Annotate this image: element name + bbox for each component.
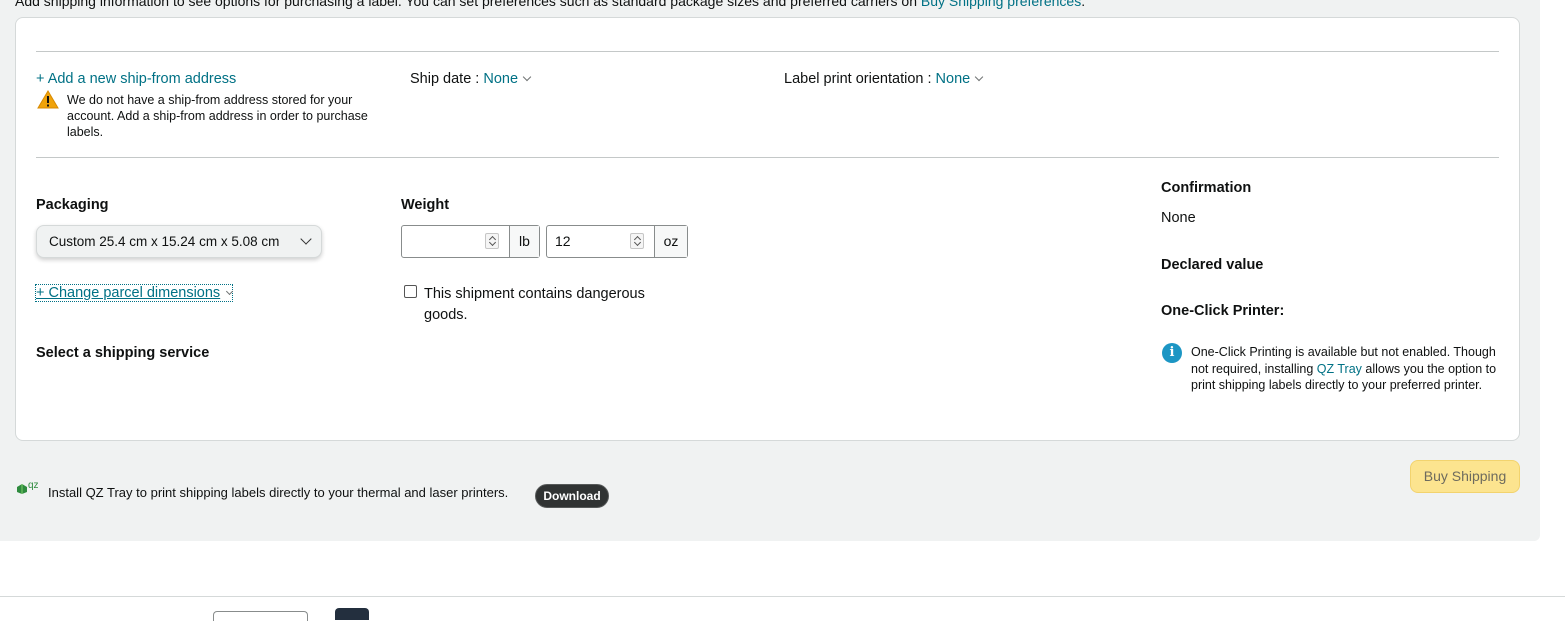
declared-value-label: Declared value	[1161, 257, 1264, 273]
packaging-selected-value: Custom 25.4 cm x 15.24 cm x 5.08 cm	[49, 234, 280, 249]
change-parcel-dimensions-link[interactable]: + Change parcel dimensions	[34, 284, 234, 302]
add-ship-from-address-link[interactable]: + Add a new ship-from address	[36, 71, 236, 87]
info-icon: i	[1162, 343, 1182, 363]
weight-oz-input[interactable]: 12	[547, 226, 655, 257]
shipping-info-text: Add shipping information to see options …	[15, 0, 1085, 9]
divider	[36, 157, 1499, 158]
ship-date-dropdown[interactable]: Ship date : None	[410, 71, 532, 87]
chevron-down-icon	[522, 72, 532, 82]
confirmation-value: None	[1161, 210, 1196, 226]
spinner-icon[interactable]	[485, 233, 499, 249]
ship-date-label: Ship date :	[410, 71, 480, 87]
chevron-down-icon	[300, 233, 312, 245]
shipping-service-heading: Select a shipping service	[36, 345, 210, 361]
label-form-card: + Add a new ship-from address We do not …	[15, 17, 1520, 441]
lb-unit: lb	[510, 226, 539, 257]
download-button[interactable]: Download	[535, 484, 609, 508]
shipping-panel: Add shipping information to see options …	[0, 0, 1540, 541]
packaging-label: Packaging	[36, 197, 109, 213]
divider	[36, 51, 1499, 52]
weight-lb-input[interactable]	[402, 226, 510, 257]
divider	[0, 596, 1565, 597]
label-orientation-value[interactable]: None	[936, 71, 971, 87]
dangerous-goods-label: This shipment contains dangerous goods.	[424, 286, 645, 323]
ship-from-warning-text: We do not have a ship-from address store…	[67, 93, 368, 139]
buy-shipping-preferences-link[interactable]: Buy Shipping preferences	[921, 0, 1081, 9]
label-orientation-label: Label print orientation :	[784, 71, 932, 87]
confirmation-label: Confirmation	[1161, 180, 1252, 196]
bottom-button-fragment[interactable]	[335, 608, 369, 620]
packaging-select[interactable]: Custom 25.4 cm x 15.24 cm x 5.08 cm	[36, 225, 322, 258]
one-click-info-text: One-Click Printing is available but not …	[1191, 345, 1497, 392]
chevron-down-icon	[226, 287, 234, 296]
qz-tray-link[interactable]: QZ Tray	[1317, 362, 1362, 376]
oz-unit: oz	[655, 226, 687, 257]
bottom-input-fragment[interactable]	[213, 611, 308, 621]
qz-logo: qz	[16, 480, 42, 496]
weight-oz-field[interactable]: 12 oz	[546, 225, 688, 258]
chevron-down-icon	[974, 72, 984, 82]
spinner-icon[interactable]	[630, 233, 644, 249]
qz-leaf-icon	[17, 484, 27, 494]
dangerous-goods-checkbox[interactable]	[404, 285, 417, 298]
warning-icon	[37, 90, 59, 109]
one-click-printer-label: One-Click Printer:	[1161, 303, 1285, 319]
weight-lb-field[interactable]: lb	[401, 225, 540, 258]
ship-date-value[interactable]: None	[483, 71, 518, 87]
buy-shipping-button[interactable]: Buy Shipping	[1410, 460, 1520, 493]
qz-install-text: Install QZ Tray to print shipping labels…	[48, 485, 509, 500]
weight-label: Weight	[401, 197, 450, 213]
label-orientation-dropdown[interactable]: Label print orientation : None	[784, 71, 984, 87]
